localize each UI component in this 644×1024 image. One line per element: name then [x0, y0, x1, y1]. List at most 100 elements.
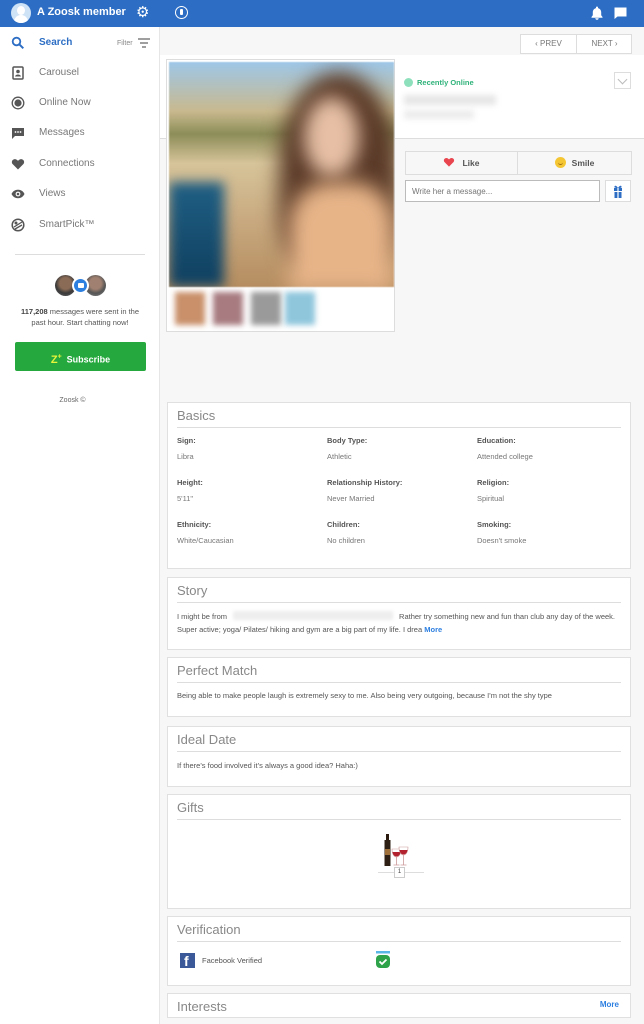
- basics-field-religion: Religion: Spiritual: [477, 478, 627, 503]
- photo-thumbnail[interactable]: [285, 292, 315, 325]
- online-status-icon: [404, 78, 413, 87]
- profile-name-redacted: [404, 95, 496, 105]
- basics-field-height: Height: 5'11": [177, 478, 327, 503]
- section-title: Story: [177, 583, 208, 598]
- gift-count-badge: 1: [394, 867, 405, 878]
- basics-field-children: Children: No children: [327, 520, 477, 545]
- prev-button[interactable]: ‹ PREV: [521, 35, 577, 53]
- sidebar-item-label: Messages: [39, 127, 85, 138]
- subscribe-button[interactable]: Z+ Subscribe: [15, 342, 146, 371]
- heart-icon: [444, 157, 455, 167]
- photo-thumbnail[interactable]: [213, 292, 243, 325]
- verification-section: Verification Facebook Verified: [167, 916, 631, 986]
- next-button[interactable]: NEXT ›: [577, 35, 632, 53]
- main-profile-photo[interactable]: [169, 62, 394, 287]
- search-icon: [11, 36, 25, 50]
- redacted-text: [233, 611, 394, 620]
- wine-gift-icon[interactable]: [378, 829, 422, 871]
- coin-icon[interactable]: [175, 6, 188, 19]
- section-divider: [177, 602, 621, 603]
- field-value: Libra: [177, 452, 194, 461]
- field-value: Doesn't smoke: [477, 536, 527, 545]
- basics-field-sign: Sign: Libra: [177, 436, 327, 461]
- section-title: Gifts: [177, 800, 204, 815]
- smartpick-icon: [11, 218, 25, 232]
- profile-pager: ‹ PREV NEXT ›: [520, 34, 632, 54]
- facebook-icon: [180, 953, 195, 969]
- user-avatar[interactable]: [11, 3, 31, 23]
- basics-field-ethnicity: Ethnicity: White/Caucasian: [177, 520, 327, 545]
- profile-options-dropdown[interactable]: [614, 72, 631, 89]
- section-title: Interests: [177, 999, 227, 1014]
- basics-section: Basics Sign: Libra Body Type: Athletic Edu…: [167, 402, 631, 569]
- story-text-start: I might be from: [177, 612, 228, 621]
- field-value: Athletic: [327, 452, 352, 461]
- section-title: Ideal Date: [177, 732, 237, 747]
- gifts-section: Gifts 1: [167, 794, 631, 909]
- heart-icon: [11, 159, 25, 170]
- zoosk-plus-icon: Z+: [50, 353, 62, 366]
- copyright: Zoosk ©: [59, 397, 86, 404]
- perfect-match-section: Perfect Match Being able to make people …: [167, 657, 631, 717]
- sidebar-item-smartpick[interactable]: SmartPick™: [0, 211, 160, 239]
- gear-icon[interactable]: ⚙: [136, 4, 149, 22]
- eye-icon: [11, 189, 25, 199]
- field-value: No children: [327, 536, 365, 545]
- carousel-icon: [12, 66, 24, 80]
- message-input[interactable]: [405, 180, 600, 202]
- section-divider: [177, 682, 621, 683]
- messages-icon: [12, 128, 24, 139]
- story-section: Story I might be from Rather try somethin…: [167, 577, 631, 650]
- sidebar-item-views[interactable]: Views: [0, 180, 160, 208]
- sidebar-item-label: Online Now: [39, 97, 91, 108]
- gift-icon: [614, 185, 622, 198]
- online-status: Recently Online: [417, 78, 474, 87]
- send-gift-button[interactable]: [605, 180, 631, 202]
- field-label: Smoking:: [477, 520, 512, 529]
- basics-field-relationship-history: Relationship History: Never Married: [327, 478, 477, 503]
- section-title: Perfect Match: [177, 663, 258, 678]
- field-value: Never Married: [327, 494, 375, 503]
- photo-thumbnail[interactable]: [251, 292, 281, 325]
- sidebar-item-online-now[interactable]: Online Now: [0, 89, 160, 117]
- like-button[interactable]: Like: [406, 152, 518, 174]
- member-name[interactable]: A Zoosk member: [37, 6, 126, 18]
- profile-details-redacted: [404, 110, 474, 119]
- photo-gallery: [166, 59, 395, 332]
- chat-icon[interactable]: [614, 7, 627, 19]
- sidebar-item-carousel[interactable]: Carousel: [0, 59, 160, 87]
- chat-bubble-icon: [72, 277, 89, 294]
- basics-field-smoking: Smoking: Doesn't smoke: [477, 520, 627, 545]
- section-title: Verification: [177, 922, 241, 937]
- messages-promo-text: 117,208 messages were sent in the past h…: [15, 306, 145, 328]
- smile-button[interactable]: Smile: [518, 152, 631, 174]
- section-divider: [177, 941, 621, 942]
- sidebar-item-connections[interactable]: Connections: [0, 150, 160, 178]
- section-divider: [177, 427, 621, 428]
- online-now-icon: [11, 96, 25, 110]
- story-more-link[interactable]: More: [424, 625, 442, 634]
- interests-more-link[interactable]: More: [600, 1000, 619, 1009]
- smile-label: Smile: [571, 158, 595, 168]
- sidebar-item-label: Connections: [39, 158, 95, 169]
- section-title: Basics: [177, 408, 216, 423]
- like-label: Like: [462, 158, 480, 168]
- field-label: Children:: [327, 520, 360, 529]
- sidebar-item-messages[interactable]: Messages: [0, 119, 160, 147]
- section-divider: [177, 751, 621, 752]
- sidebar-item-search[interactable]: Search Filter: [0, 29, 160, 57]
- field-value: Spiritual: [477, 494, 505, 503]
- interests-section: Interests More: [167, 993, 631, 1018]
- filter-label[interactable]: Filter: [117, 40, 133, 47]
- filter-icon[interactable]: [138, 38, 150, 48]
- messages-count: 117,208: [21, 307, 48, 316]
- sidebar-item-label: Search: [39, 37, 73, 48]
- ideal-date-section: Ideal Date If there's food involved it's…: [167, 726, 631, 787]
- field-label: Relationship History:: [327, 478, 403, 487]
- smile-icon: [554, 157, 566, 168]
- photo-thumbnail[interactable]: [175, 292, 205, 325]
- bell-icon[interactable]: [591, 6, 603, 20]
- basics-field-education: Education: Attended college: [477, 436, 627, 461]
- field-label: Education:: [477, 436, 516, 445]
- field-label: Height:: [177, 478, 203, 487]
